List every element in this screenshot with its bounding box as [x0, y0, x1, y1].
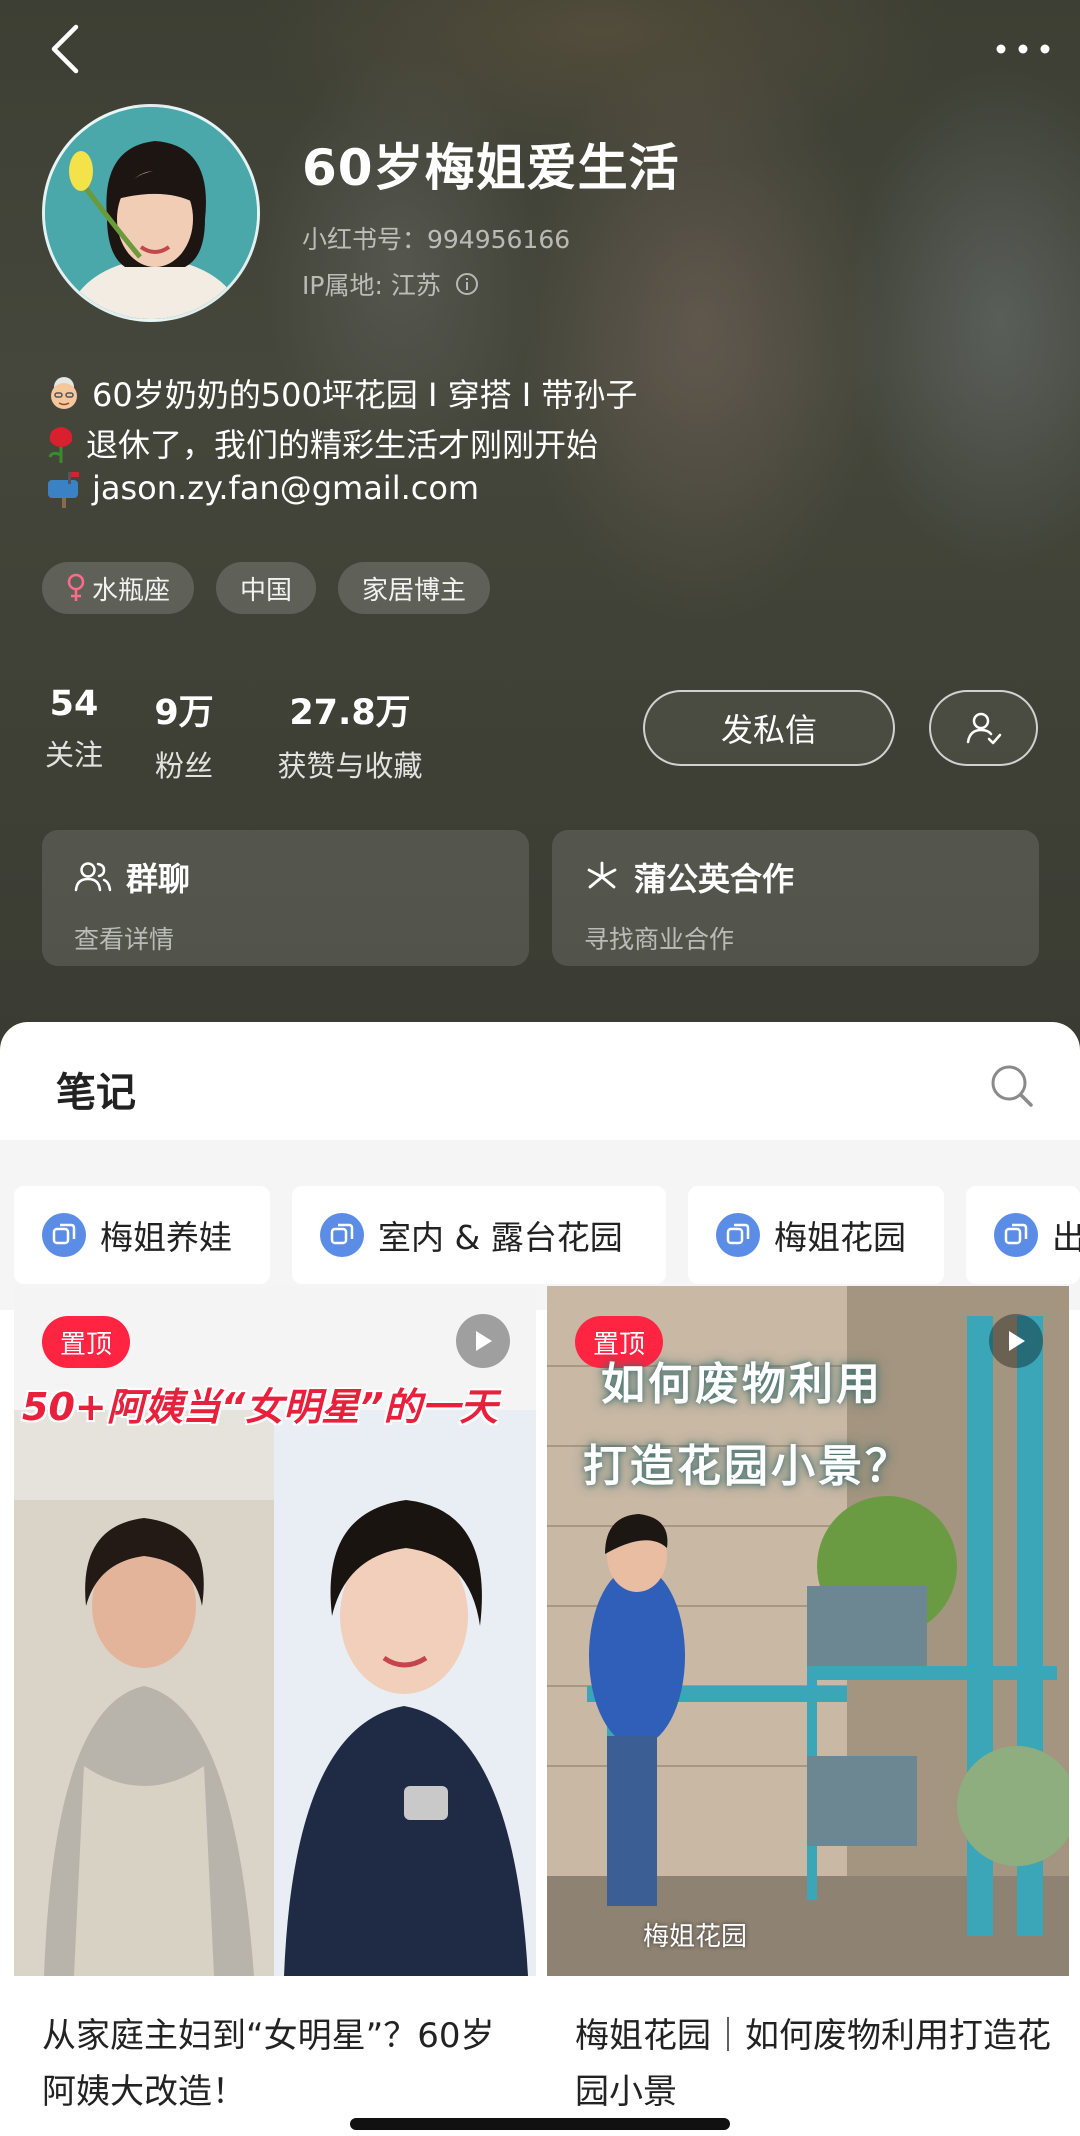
tag-category: 家居博主 [338, 562, 491, 614]
note-card[interactable]: 置顶 50+阿姨当“女明星”的一天 从家庭主妇到“女明星”？60岁阿姨大改造！ [14, 1286, 536, 2136]
mailbox-emoji-icon [48, 472, 79, 508]
pinned-badge: 置顶 [42, 1316, 131, 1368]
following-label: 关注 [44, 738, 103, 772]
group-chat-title: 群聊 [126, 860, 191, 898]
stat-following[interactable]: 54 关注 [42, 684, 106, 774]
group-icon [74, 862, 112, 892]
avatar-portrait [45, 107, 257, 319]
note-cover-caption-1: 如何废物利用 [601, 1359, 883, 1410]
group-chat-subtitle: 查看详情 [74, 925, 175, 954]
avatar[interactable] [42, 104, 260, 322]
group-chat-title-row: 群聊 [74, 854, 497, 900]
grandma-emoji-icon [51, 377, 77, 409]
stat-likes[interactable]: 27.8万 获赞与收藏 [262, 684, 438, 785]
tag-label: 中国 [240, 575, 293, 606]
note-title: 梅姐花园｜如何废物利用打造花园小景 [575, 2016, 1051, 2112]
profile-name: 60岁梅姐爱生活 [302, 139, 680, 197]
bio-text-2: 退休了，我们的精彩生活才刚刚开始 [86, 426, 599, 464]
play-icon [456, 1314, 510, 1368]
bio-line-2: 退休了，我们的精彩生活才刚刚开始 [44, 420, 598, 466]
collection-label: 出 [1052, 1218, 1080, 1257]
group-chat-card[interactable]: 群聊 查看详情 [42, 830, 529, 966]
stat-followers[interactable]: 9万 粉丝 [150, 684, 218, 785]
followers-label: 粉丝 [154, 749, 213, 783]
note-cover-caption: 50+阿姨当“女明星”的一天 [22, 1385, 498, 1429]
collection-chip[interactable]: 室内 & 露台花园 [292, 1186, 666, 1284]
rose-emoji-icon [48, 427, 73, 463]
followers-count: 9万 [154, 693, 214, 733]
collections-strip: 梅姐养娃 室内 & 露台花园 梅姐花园 出 [0, 1140, 1080, 1310]
following-count: 54 [49, 684, 99, 724]
collection-icon [320, 1213, 364, 1257]
bio-line-1: 60岁奶奶的500坪花园 I 穿搭 I 带孙子 [44, 370, 637, 416]
likes-count: 27.8万 [289, 693, 411, 733]
tag-label: 家居博主 [362, 575, 467, 606]
collection-icon [994, 1213, 1038, 1257]
profile-tags: 水瓶座 中国 家居博主 [42, 562, 491, 614]
follow-status-icon [966, 712, 1001, 745]
note-cover: 置顶 50+阿姨当“女明星”的一天 [14, 1286, 536, 1976]
search-icon [991, 1065, 1033, 1107]
bio-line-3: jason.zy.fan@gmail.com [44, 468, 479, 508]
cooperation-subtitle: 寻找商业合作 [584, 925, 735, 954]
collection-icon [42, 1213, 86, 1257]
notes-tab-title[interactable]: 笔记 [56, 1060, 136, 1118]
dandelion-cooperation-card[interactable]: 蒲公英合作 寻找商业合作 [552, 830, 1039, 966]
tag-zodiac: 水瓶座 [42, 562, 195, 614]
more-icon [996, 44, 1050, 54]
note-watermark: 梅姐花园 [643, 1922, 748, 1952]
profile-ip-location: IP属地: 江苏 [302, 266, 479, 302]
profile-header: 60岁梅姐爱生活 小红书号：994956166 IP属地: 江苏 60岁奶奶的5… [0, 0, 1080, 1060]
tag-label: 水瓶座 [92, 575, 171, 606]
collection-label: 梅姐养娃 [100, 1218, 232, 1257]
send-message-button[interactable]: 发私信 [643, 690, 895, 766]
ip-location-text: IP属地: 江苏 [302, 271, 441, 300]
home-indicator[interactable] [350, 2118, 730, 2130]
profile-id: 小红书号：994956166 [302, 225, 571, 254]
cooperation-title-row: 蒲公英合作 [584, 854, 1007, 900]
tag-region: 中国 [216, 562, 317, 614]
collection-chip[interactable]: 出 [966, 1186, 1080, 1284]
collection-label: 梅姐花园 [774, 1218, 906, 1257]
dandelion-icon [587, 861, 617, 889]
cooperation-title: 蒲公英合作 [634, 860, 795, 898]
collection-chip[interactable]: 梅姐养娃 [14, 1186, 270, 1284]
bio-text-1: 60岁奶奶的500坪花园 I 穿搭 I 带孙子 [92, 376, 638, 414]
info-icon[interactable] [455, 272, 479, 296]
collection-label: 室内 & 露台花园 [378, 1218, 623, 1257]
bio-email[interactable]: jason.zy.fan@gmail.com [92, 469, 479, 507]
note-cover: 置顶 如何废物利用 打造花园小景？ 梅姐花园 [547, 1286, 1069, 1976]
back-icon [51, 24, 79, 74]
female-icon [67, 573, 85, 601]
more-button[interactable] [988, 14, 1058, 84]
play-icon [989, 1314, 1043, 1368]
follow-status-button[interactable] [929, 690, 1038, 766]
likes-label: 获赞与收藏 [277, 749, 423, 783]
note-card[interactable]: 置顶 如何废物利用 打造花园小景？ 梅姐花园 梅姐花园｜如何废物利用打造花园小景 [547, 1286, 1069, 2136]
note-cover-caption-2: 打造花园小景？ [583, 1441, 912, 1492]
collection-chip[interactable]: 梅姐花园 [688, 1186, 944, 1284]
collection-icon [716, 1213, 760, 1257]
note-title: 从家庭主妇到“女明星”？60岁阿姨大改造！ [42, 2016, 495, 2112]
search-button[interactable] [984, 1058, 1040, 1114]
back-button[interactable] [30, 14, 100, 84]
